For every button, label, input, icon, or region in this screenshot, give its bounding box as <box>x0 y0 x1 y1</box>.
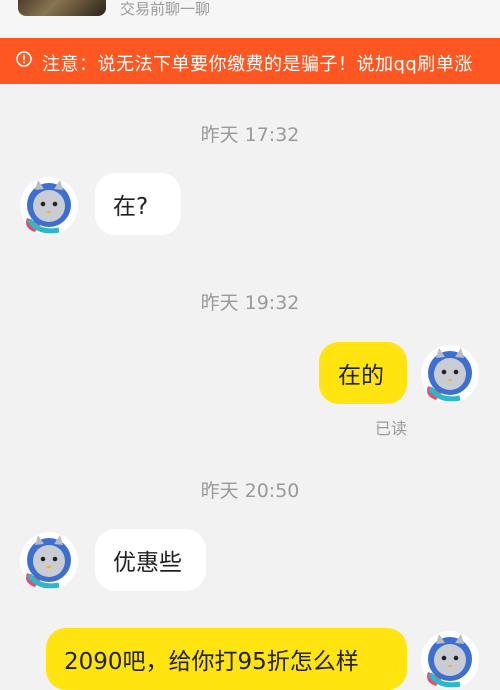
message-bubble-incoming[interactable]: 在? <box>95 173 181 235</box>
user-avatar[interactable] <box>420 344 480 404</box>
timestamp: 昨天 19:32 <box>200 292 300 314</box>
message-bubble-outgoing[interactable]: 在的 <box>319 342 407 404</box>
alert-circle-icon <box>16 51 32 67</box>
timestamp: 昨天 17:32 <box>200 124 300 146</box>
warning-text: 注意：说无法下单要你缴费的是骗子！说加qq刷单涨 <box>42 54 473 75</box>
seller-avatar[interactable] <box>19 531 79 591</box>
seller-avatar[interactable] <box>19 176 79 236</box>
chat-hint-text: 交易前聊一聊 <box>120 0 211 18</box>
message-bubble-outgoing[interactable]: 2090吧，给你打95折怎么样 <box>46 628 407 690</box>
user-avatar[interactable] <box>420 630 480 690</box>
product-header: 交易前聊一聊 <box>0 0 500 34</box>
product-thumbnail[interactable] <box>18 0 106 16</box>
timestamp: 昨天 20:50 <box>200 480 300 502</box>
read-status: 已读 <box>375 419 408 438</box>
fraud-warning-banner[interactable]: 注意：说无法下单要你缴费的是骗子！说加qq刷单涨 <box>0 38 500 84</box>
message-bubble-incoming[interactable]: 优惠些 <box>95 529 206 591</box>
